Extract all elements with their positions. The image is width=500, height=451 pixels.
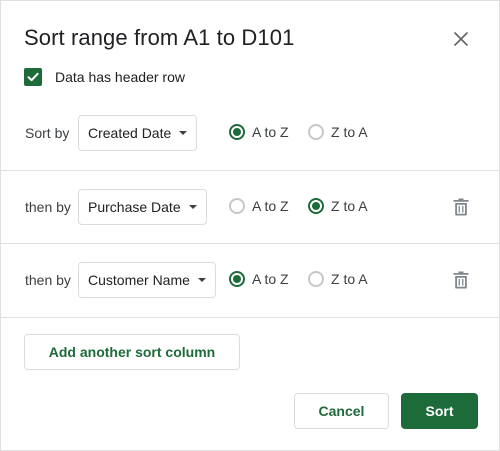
radio-a-to-z[interactable]: A to Z [229,198,289,214]
select-value: Customer Name [88,272,190,288]
radio-label: Z to A [331,124,368,140]
radio-z-to-a[interactable]: Z to A [308,124,368,140]
radio-label: Z to A [331,198,368,214]
dialog-title: Sort range from A1 to D101 [24,25,295,50]
select-value: Created Date [88,125,172,141]
radio-label: Z to A [331,271,368,287]
sort-column-select[interactable]: Purchase Date [78,189,207,225]
close-button[interactable] [449,27,473,51]
sort-range-dialog: Sort range from A1 to D101 Data has head… [0,0,500,451]
radio-z-to-a[interactable]: Z to A [308,198,368,214]
checkmark-icon [27,72,39,82]
dropdown-caret-icon [179,131,188,135]
sort-button[interactable]: Sort [401,393,478,429]
row-label: then by [25,199,71,215]
cancel-button[interactable]: Cancel [294,393,389,429]
sort-column-select[interactable]: Customer Name [78,262,216,298]
row-label: Sort by [25,125,70,141]
row-label: then by [25,272,71,288]
radio-circle [308,271,324,287]
radio-circle [229,198,245,214]
radio-a-to-z[interactable]: A to Z [229,124,289,140]
radio-label: A to Z [252,198,289,214]
radio-label: A to Z [252,271,289,287]
close-icon [454,32,468,46]
delete-row-trash-icon[interactable] [452,270,470,290]
header-row-label: Data has header row [55,69,185,85]
header-row-checkbox[interactable] [24,68,42,86]
radio-label: A to Z [252,124,289,140]
dropdown-caret-icon [188,205,197,209]
radio-z-to-a[interactable]: Z to A [308,271,368,287]
radio-circle [229,271,245,287]
dropdown-caret-icon [197,278,206,282]
divider [1,243,500,244]
header-row-option: Data has header row [24,68,185,86]
radio-circle [229,124,245,140]
radio-a-to-z[interactable]: A to Z [229,271,289,287]
radio-circle [308,124,324,140]
divider [1,317,500,318]
add-sort-column-button[interactable]: Add another sort column [24,334,240,370]
delete-row-trash-icon[interactable] [452,197,470,217]
divider [1,170,500,171]
select-value: Purchase Date [88,199,181,215]
sort-column-select[interactable]: Created Date [78,115,198,151]
radio-circle [308,198,324,214]
